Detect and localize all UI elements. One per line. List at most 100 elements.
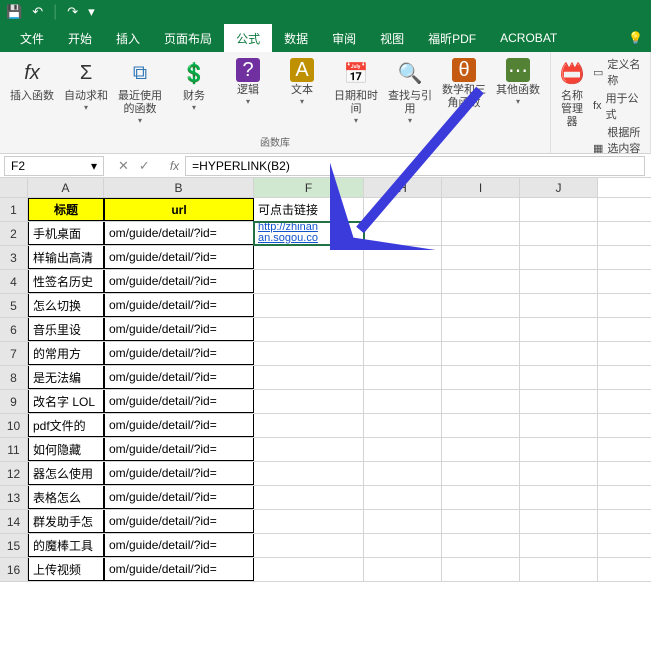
cell-A5[interactable]: 怎么切换 <box>28 294 104 317</box>
col-header-H[interactable]: H <box>364 178 442 197</box>
cell-I9[interactable] <box>442 390 520 413</box>
tab-review[interactable]: 审阅 <box>320 24 368 52</box>
use-in-formula-button[interactable]: fx用于公式 <box>593 90 644 122</box>
cell-F4[interactable] <box>254 270 364 293</box>
cell-I12[interactable] <box>442 462 520 485</box>
cell-I1[interactable] <box>442 198 520 221</box>
cell-B5[interactable]: om/guide/detail/?id= <box>104 294 254 317</box>
cell-I4[interactable] <box>442 270 520 293</box>
col-header-A[interactable]: A <box>28 178 104 197</box>
tab-foxit-pdf[interactable]: 福昕PDF <box>416 24 488 52</box>
row-header[interactable]: 15 <box>0 534 28 557</box>
cell-A2[interactable]: 手机桌面 <box>28 222 104 245</box>
cell-J7[interactable] <box>520 342 598 365</box>
cell-H13[interactable] <box>364 486 442 509</box>
financial-button[interactable]: 💲 财务 ▾ <box>168 56 220 134</box>
date-time-button[interactable]: 📅 日期和时间 ▾ <box>330 56 382 134</box>
cell-F3[interactable] <box>254 246 364 269</box>
more-functions-button[interactable]: ⋯ 其他函数 ▾ <box>492 56 544 134</box>
cell-F14[interactable] <box>254 510 364 533</box>
row-header[interactable]: 5 <box>0 294 28 317</box>
cell-B8[interactable]: om/guide/detail/?id= <box>104 366 254 389</box>
cell-F10[interactable] <box>254 414 364 437</box>
cell-H1[interactable] <box>364 198 442 221</box>
row-header[interactable]: 4 <box>0 270 28 293</box>
cell-B7[interactable]: om/guide/detail/?id= <box>104 342 254 365</box>
cell-J5[interactable] <box>520 294 598 317</box>
tab-page-layout[interactable]: 页面布局 <box>152 24 224 52</box>
cell-H12[interactable] <box>364 462 442 485</box>
cancel-formula-icon[interactable]: ✕ <box>118 158 129 174</box>
row-header[interactable]: 8 <box>0 366 28 389</box>
cell-A6[interactable]: 音乐里设 <box>28 318 104 341</box>
cell-A14[interactable]: 群发助手怎 <box>28 510 104 533</box>
cell-A12[interactable]: 器怎么使用 <box>28 462 104 485</box>
cell-H6[interactable] <box>364 318 442 341</box>
autosum-button[interactable]: Σ 自动求和 ▾ <box>60 56 112 134</box>
row-header[interactable]: 9 <box>0 390 28 413</box>
row-header[interactable]: 12 <box>0 462 28 485</box>
cell-J15[interactable] <box>520 534 598 557</box>
fx-icon[interactable]: fx <box>164 159 185 173</box>
tell-me[interactable]: 💡 <box>620 24 651 52</box>
cell-F8[interactable] <box>254 366 364 389</box>
math-trig-button[interactable]: θ 数学和三角函数 ▾ <box>438 56 490 134</box>
row-header[interactable]: 11 <box>0 438 28 461</box>
cell-F15[interactable] <box>254 534 364 557</box>
cell-I11[interactable] <box>442 438 520 461</box>
cell-H15[interactable] <box>364 534 442 557</box>
cell-F2[interactable]: http://zhinanan.sogou.co <box>254 222 364 245</box>
cell-A15[interactable]: 的魔棒工具 <box>28 534 104 557</box>
cell-F5[interactable] <box>254 294 364 317</box>
cell-F6[interactable] <box>254 318 364 341</box>
cell-I15[interactable] <box>442 534 520 557</box>
cell-J16[interactable] <box>520 558 598 581</box>
cell-F7[interactable] <box>254 342 364 365</box>
col-header-F[interactable]: F <box>254 178 364 197</box>
cell-I3[interactable] <box>442 246 520 269</box>
cell-J10[interactable] <box>520 414 598 437</box>
formula-bar[interactable]: =HYPERLINK(B2) <box>185 156 645 176</box>
cell-H4[interactable] <box>364 270 442 293</box>
row-header[interactable]: 16 <box>0 558 28 581</box>
define-name-button[interactable]: ▭定义名称 <box>593 56 644 88</box>
cell-J3[interactable] <box>520 246 598 269</box>
cell-B10[interactable]: om/guide/detail/?id= <box>104 414 254 437</box>
cell-F16[interactable] <box>254 558 364 581</box>
row-header[interactable]: 6 <box>0 318 28 341</box>
cell-J6[interactable] <box>520 318 598 341</box>
name-box[interactable]: F2 ▾ <box>4 156 104 176</box>
name-manager-button[interactable]: 📛 名称管理器 <box>557 56 587 154</box>
cell-I7[interactable] <box>442 342 520 365</box>
cell-A9[interactable]: 改名字 LOL <box>28 390 104 413</box>
cell-A7[interactable]: 的常用方 <box>28 342 104 365</box>
cell-J4[interactable] <box>520 270 598 293</box>
undo-icon[interactable]: ↶ <box>32 4 43 20</box>
cell-B16[interactable]: om/guide/detail/?id= <box>104 558 254 581</box>
col-header-J[interactable]: J <box>520 178 598 197</box>
recently-used-button[interactable]: ⧉ 最近使用的函数 ▾ <box>114 56 166 134</box>
cell-B1[interactable]: url <box>104 198 254 221</box>
row-header[interactable]: 2 <box>0 222 28 245</box>
row-header[interactable]: 7 <box>0 342 28 365</box>
cell-A10[interactable]: pdf文件的 <box>28 414 104 437</box>
row-header[interactable]: 3 <box>0 246 28 269</box>
row-header[interactable]: 1 <box>0 198 28 221</box>
row-header[interactable]: 10 <box>0 414 28 437</box>
cell-A8[interactable]: 是无法编 <box>28 366 104 389</box>
cell-H3[interactable] <box>364 246 442 269</box>
lookup-reference-button[interactable]: 🔍 查找与引用 ▾ <box>384 56 436 134</box>
cell-A3[interactable]: 样输出高清 <box>28 246 104 269</box>
cell-F11[interactable] <box>254 438 364 461</box>
cell-H14[interactable] <box>364 510 442 533</box>
row-header[interactable]: 14 <box>0 510 28 533</box>
cell-A11[interactable]: 如何隐藏 <box>28 438 104 461</box>
cell-F1[interactable]: 可点击链接 <box>254 198 364 221</box>
tab-file[interactable]: 文件 <box>8 24 56 52</box>
tab-data[interactable]: 数据 <box>272 24 320 52</box>
cell-B4[interactable]: om/guide/detail/?id= <box>104 270 254 293</box>
qat-more-icon[interactable]: ▾ <box>88 4 95 20</box>
cell-H11[interactable] <box>364 438 442 461</box>
cell-A4[interactable]: 性签名历史 <box>28 270 104 293</box>
cell-J12[interactable] <box>520 462 598 485</box>
